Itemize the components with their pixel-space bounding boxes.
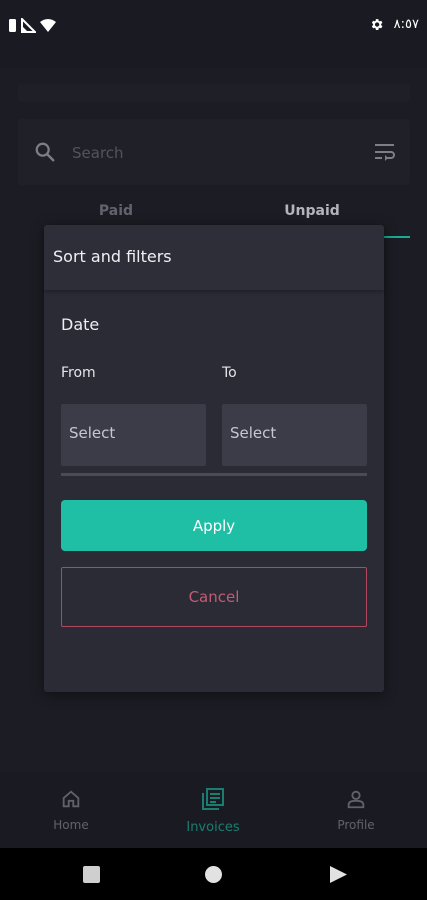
dialog-header: Sort and filters: [44, 225, 384, 290]
home-button[interactable]: [205, 866, 222, 883]
to-date-picker[interactable]: Select: [222, 404, 367, 466]
status-bar: ٨:٥٧: [0, 0, 427, 54]
recents-button[interactable]: [83, 866, 100, 883]
app-header: [0, 54, 427, 68]
app-screen: ٨:٥٧ Paid Unpaid Home: [0, 0, 427, 900]
from-date-picker[interactable]: Select: [61, 404, 206, 466]
battery-icon: [9, 19, 16, 32]
status-icons-right: ٨:٥٧: [369, 17, 419, 32]
wifi-icon: [40, 18, 56, 32]
from-date-value: Select: [69, 424, 116, 442]
dialog-title: Sort and filters: [53, 247, 172, 266]
from-label: From: [61, 365, 96, 381]
divider: [61, 473, 367, 476]
cancel-button[interactable]: Cancel: [61, 567, 367, 627]
date-section-title: Date: [61, 315, 100, 334]
system-navigation-bar: [0, 848, 427, 900]
apply-button[interactable]: Apply: [61, 500, 367, 551]
status-time: ٨:٥٧: [393, 17, 419, 32]
back-button[interactable]: [330, 866, 347, 883]
sort-filter-dialog: Sort and filters Date From To Select Sel…: [44, 225, 384, 692]
to-date-value: Select: [230, 424, 277, 442]
settings-icon: [371, 19, 383, 30]
status-icons-left: [8, 18, 56, 33]
signal-icon: [21, 18, 36, 33]
to-label: To: [222, 365, 237, 381]
